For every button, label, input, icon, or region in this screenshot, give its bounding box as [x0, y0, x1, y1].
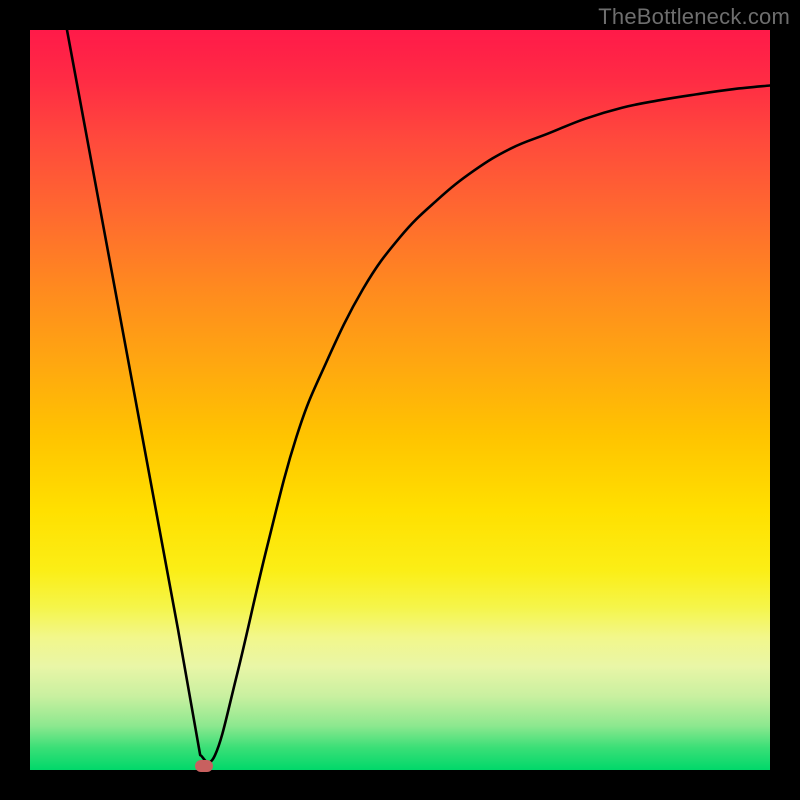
minimum-marker [195, 760, 213, 772]
plot-area [30, 30, 770, 770]
watermark-text: TheBottleneck.com [598, 4, 790, 30]
chart-frame: TheBottleneck.com [0, 0, 800, 800]
bottleneck-curve [30, 30, 770, 770]
